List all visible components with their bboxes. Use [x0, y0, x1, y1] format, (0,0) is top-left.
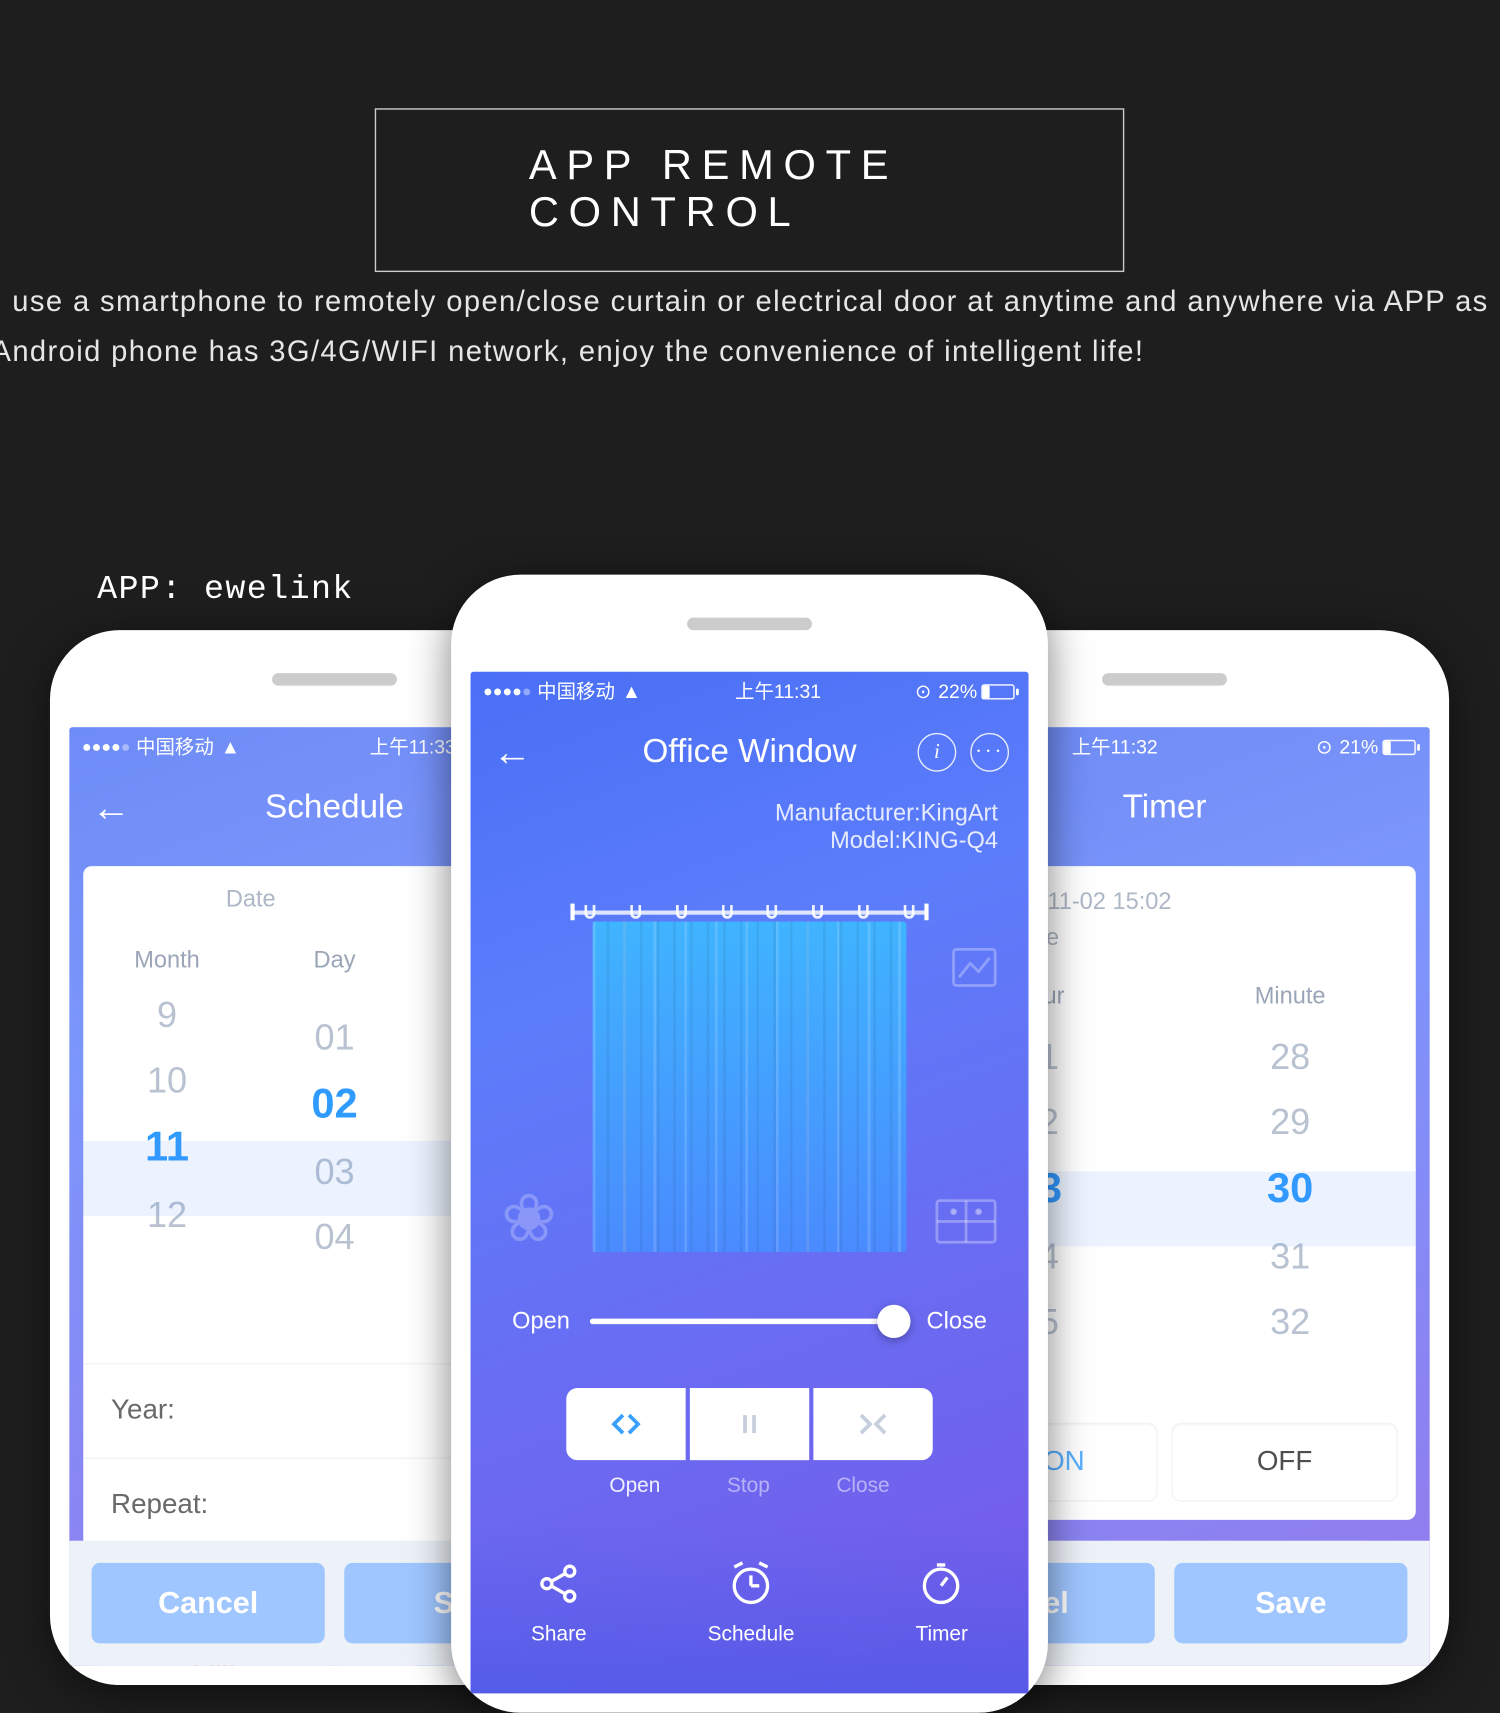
- device-info: Manufacturer:KingArt Model:KING-Q4: [471, 794, 1029, 866]
- battery-icon: [1382, 739, 1415, 754]
- nav-bar: ← Office Window i ···: [471, 711, 1029, 794]
- hero-description: User can use a smartphone to remotely op…: [0, 278, 1500, 377]
- open-close-slider[interactable]: Open Close: [471, 1266, 1029, 1349]
- stop-button[interactable]: [690, 1388, 809, 1460]
- alarm-icon: ⊙: [915, 679, 931, 703]
- device-title: Office Window: [642, 733, 856, 772]
- signal-icon: [484, 688, 530, 695]
- picker-value: 31: [1165, 1224, 1416, 1289]
- page-title: Schedule: [265, 788, 404, 827]
- stop-label: Stop: [727, 1474, 770, 1498]
- alarm-icon: ⊙: [1316, 735, 1332, 759]
- battery-label: 22%: [938, 680, 977, 702]
- picker-value-selected: 30: [1165, 1155, 1416, 1224]
- phone-speaker: [687, 617, 812, 629]
- slider-close-label: Close: [927, 1307, 987, 1335]
- date-header: Date: [83, 886, 418, 914]
- status-time: 上午11:32: [1072, 733, 1158, 761]
- back-button[interactable]: ←: [92, 786, 131, 830]
- carrier-label: 中国移动: [537, 677, 615, 705]
- repeat-label: Repeat:: [111, 1489, 208, 1521]
- picker-value: 9: [83, 983, 250, 1048]
- back-button[interactable]: ←: [493, 730, 532, 774]
- battery-label: 21%: [1339, 736, 1378, 758]
- status-time: 上午11:31: [735, 677, 821, 705]
- slider-track[interactable]: [589, 1319, 907, 1325]
- battery-icon: [981, 684, 1014, 699]
- curtain-illustration: ❀: [509, 877, 989, 1266]
- picker-value: 28: [1165, 1024, 1416, 1089]
- picker-col-label: Day: [251, 933, 418, 983]
- open-button[interactable]: [566, 1388, 685, 1460]
- status-bar: 中国移动 ▲ 上午11:31 ⊙ 22%: [471, 672, 1029, 711]
- picker-value: 04: [251, 1205, 418, 1270]
- picker-value-selected: 02: [251, 1070, 418, 1139]
- year-label: Year:: [111, 1395, 175, 1427]
- cancel-button[interactable]: Cancel: [92, 1563, 325, 1644]
- status-time: 上午11:33: [370, 733, 456, 761]
- wifi-icon: ▲: [622, 680, 641, 702]
- state-on-label: ON: [1043, 1446, 1085, 1478]
- share-icon: [534, 1558, 584, 1608]
- phone-speaker: [272, 672, 397, 684]
- plant-icon: ❀: [501, 1180, 557, 1258]
- slider-thumb[interactable]: [877, 1305, 910, 1338]
- picker-value: 29: [1165, 1090, 1416, 1155]
- info-icon[interactable]: i: [917, 733, 956, 772]
- timer-button[interactable]: Timer: [916, 1558, 968, 1645]
- dresser-icon: [931, 1181, 1000, 1257]
- picker-value: [251, 983, 418, 1005]
- save-button[interactable]: Save: [1174, 1563, 1407, 1644]
- picker-value: 10: [83, 1048, 250, 1113]
- picker-value: [83, 1248, 250, 1270]
- timer-label: Timer: [916, 1622, 968, 1646]
- signal-icon: [83, 743, 129, 750]
- share-button[interactable]: Share: [531, 1558, 587, 1645]
- state-off-button[interactable]: OFF: [1173, 1424, 1396, 1500]
- open-label: Open: [609, 1474, 660, 1498]
- page-title: Timer: [1123, 788, 1207, 827]
- phone-speaker: [1102, 672, 1227, 684]
- picker-col-label: Minute: [1165, 969, 1416, 1025]
- picker-value: 03: [251, 1140, 418, 1205]
- clock-icon: [726, 1558, 776, 1608]
- share-label: Share: [531, 1622, 587, 1646]
- picker-col-label: Month: [83, 933, 250, 983]
- picker-value: 32: [1165, 1289, 1416, 1354]
- wifi-icon: ▲: [221, 736, 240, 758]
- schedule-button[interactable]: Schedule: [708, 1558, 795, 1645]
- more-icon[interactable]: ···: [970, 733, 1009, 772]
- phone-frame-main: 中国移动 ▲ 上午11:31 ⊙ 22% ← Office Window i ·…: [451, 575, 1048, 1713]
- close-label: Close: [836, 1474, 889, 1498]
- carrier-label: 中国移动: [136, 733, 214, 761]
- slider-open-label: Open: [512, 1307, 570, 1335]
- picker-value-selected: 11: [83, 1113, 250, 1182]
- picture-icon: [951, 947, 998, 996]
- app-name-label: APP: ewelink: [97, 572, 354, 609]
- picker-value: 01: [251, 1005, 418, 1070]
- schedule-label: Schedule: [708, 1622, 795, 1646]
- picker-value: 12: [83, 1183, 250, 1248]
- hero-title: APP REMOTE CONTROL: [375, 108, 1125, 272]
- timer-icon: [917, 1558, 967, 1608]
- close-button[interactable]: [813, 1388, 932, 1460]
